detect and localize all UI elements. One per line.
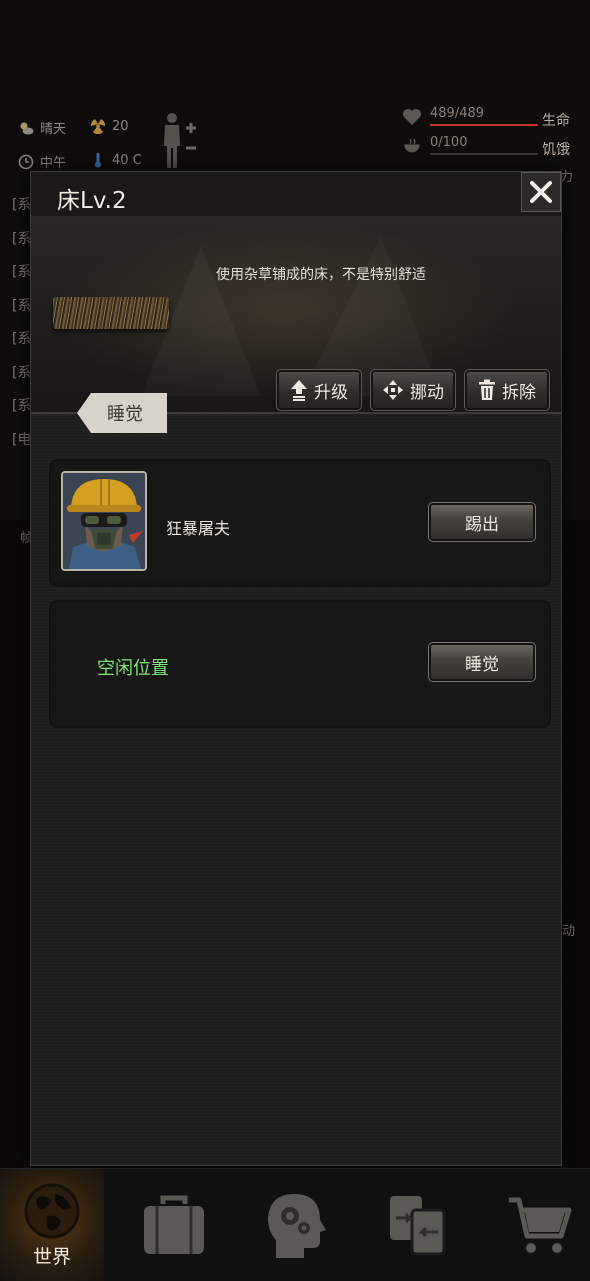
trash-icon: [479, 379, 495, 400]
dialog-title: 床Lv.2: [57, 188, 127, 214]
clock-icon: [18, 154, 34, 169]
nav-skills[interactable]: [244, 1169, 348, 1281]
nav-inventory[interactable]: [122, 1169, 226, 1281]
empty-slot-text: 空闲位置: [97, 658, 169, 679]
temperature-status: 40 C: [90, 152, 142, 168]
item-description: 使用杂草铺成的床，不是特别舒适: [216, 267, 426, 283]
heart-icon: [403, 109, 421, 125]
health-label: 生命: [542, 113, 570, 129]
temperature-value: 40 C: [112, 152, 142, 168]
sleep-button-label: 睡觉: [465, 654, 499, 675]
hunger-stat: 0/100 饥饿: [402, 135, 590, 159]
weather-status: 晴天: [18, 118, 66, 137]
dialog-header: 床Lv.2: [31, 172, 561, 217]
nav-world[interactable]: 世界: [0, 1169, 104, 1281]
hunger-label: 饥饿: [542, 142, 570, 158]
bottom-nav: 世界: [0, 1168, 590, 1281]
health-value: 489/489: [430, 106, 485, 121]
close-button[interactable]: [521, 172, 561, 212]
weather-text: 晴天: [40, 122, 67, 137]
bed-slot-occupied: 狂暴屠夫 踢出: [49, 459, 551, 587]
nav-trade[interactable]: [366, 1169, 470, 1281]
close-icon: [530, 181, 552, 203]
bed-dialog: 床Lv.2 使用杂草铺成的床，不是特别舒适 升级 挪动 拆除 睡觉 狂暴屠夫 踢…: [30, 171, 562, 1166]
radiation-status: 20: [90, 118, 129, 134]
swap-cards-icon: [390, 1196, 446, 1256]
time-text: 中午: [40, 156, 67, 171]
occupant-portrait: [61, 471, 147, 571]
tab-sleep-label: 睡觉: [107, 404, 143, 425]
health-stat: 489/489 生命: [402, 106, 590, 130]
move-button[interactable]: 挪动: [370, 369, 456, 411]
radiation-icon: [90, 119, 106, 134]
upgrade-label: 升级: [314, 382, 348, 403]
occupant-name: 狂暴屠夫: [166, 519, 231, 538]
shopping-cart-icon: [509, 1197, 572, 1253]
upgrade-arrow-icon: [291, 380, 307, 401]
nav-world-label: 世界: [32, 1245, 71, 1268]
thermometer-icon: [95, 153, 101, 168]
survivor-avatar-icon: [63, 473, 145, 569]
move-label: 挪动: [410, 382, 444, 403]
kick-out-button[interactable]: 踢出: [428, 502, 536, 542]
head-gears-icon: [268, 1194, 326, 1258]
hunger-value: 0/100: [430, 135, 468, 150]
side-fragment-right: 动: [562, 924, 576, 939]
radiation-value: 20: [112, 118, 129, 134]
nav-shop[interactable]: [488, 1169, 590, 1281]
dismantle-button[interactable]: 拆除: [464, 369, 550, 411]
hunger-bar: [430, 153, 538, 155]
food-icon: [404, 138, 420, 153]
dismantle-label: 拆除: [502, 382, 536, 403]
move-arrows-icon: [383, 380, 403, 400]
hay-bed-image: [53, 297, 169, 329]
globe-icon: [24, 1183, 80, 1238]
sun-cloud-icon: [20, 122, 34, 134]
body-status-icon[interactable]: [160, 112, 200, 170]
time-status: 中午: [18, 152, 66, 171]
tab-sleep[interactable]: 睡觉: [77, 393, 167, 433]
health-bar: [430, 124, 538, 126]
sleep-button[interactable]: 睡觉: [428, 642, 536, 682]
upgrade-button[interactable]: 升级: [276, 369, 362, 411]
item-banner: 使用杂草铺成的床，不是特别舒适 升级 挪动 拆除: [31, 216, 561, 412]
bed-slot-empty: 空闲位置 睡觉: [49, 600, 551, 728]
briefcase-icon: [144, 1195, 204, 1254]
kick-out-label: 踢出: [465, 514, 499, 535]
